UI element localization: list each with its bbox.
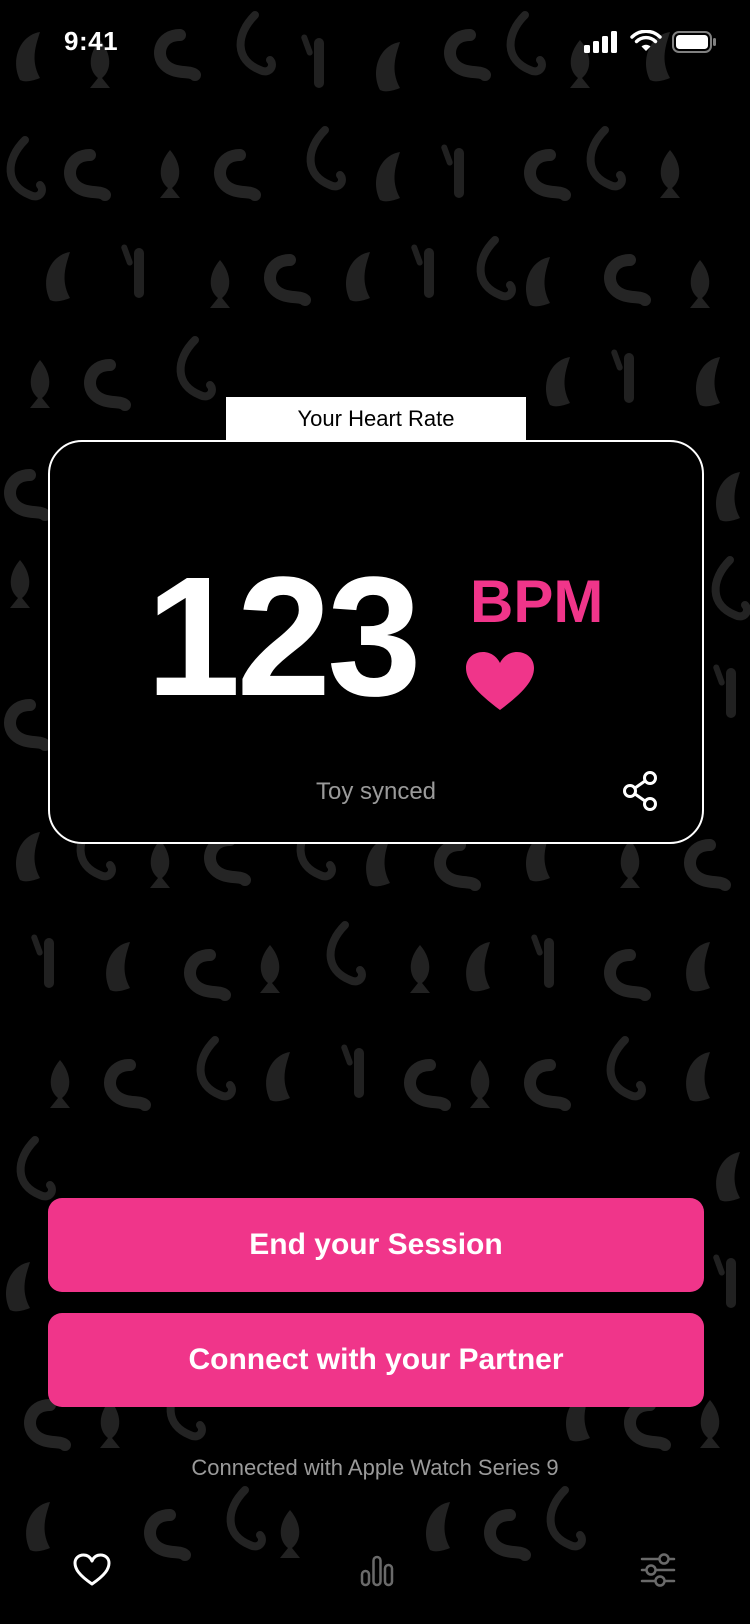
tab-settings[interactable] bbox=[628, 1540, 688, 1600]
tab-stats[interactable] bbox=[347, 1540, 407, 1600]
tab-heart-rate[interactable] bbox=[62, 1540, 122, 1600]
sliders-icon bbox=[640, 1553, 676, 1587]
heart-rate-unit: BPM bbox=[470, 568, 604, 635]
end-session-button[interactable]: End your Session bbox=[48, 1198, 704, 1292]
connection-status: Connected with Apple Watch Series 9 bbox=[191, 1455, 559, 1480]
status-bar: 9:41 bbox=[0, 0, 750, 88]
toy-sync-status: Toy synced bbox=[315, 778, 437, 805]
tab-bar bbox=[0, 1540, 750, 1624]
status-icons bbox=[584, 30, 718, 54]
bar-chart-icon bbox=[360, 1555, 394, 1587]
battery-icon bbox=[672, 31, 716, 53]
share-icon bbox=[623, 771, 657, 811]
heart-rate-card-title: Your Heart Rate bbox=[226, 397, 526, 441]
heart-rate-card: 123 BPM Toy synced bbox=[48, 440, 704, 844]
wifi-icon bbox=[630, 30, 662, 51]
heart-rate-value: 123 bbox=[146, 542, 422, 732]
heart-icon bbox=[466, 652, 534, 710]
connect-partner-button[interactable]: Connect with your Partner bbox=[48, 1313, 704, 1407]
share-button[interactable] bbox=[620, 770, 662, 812]
heart-outline-icon bbox=[73, 1553, 111, 1586]
status-time: 9:41 bbox=[64, 26, 119, 56]
cellular-signal-icon bbox=[584, 31, 617, 53]
